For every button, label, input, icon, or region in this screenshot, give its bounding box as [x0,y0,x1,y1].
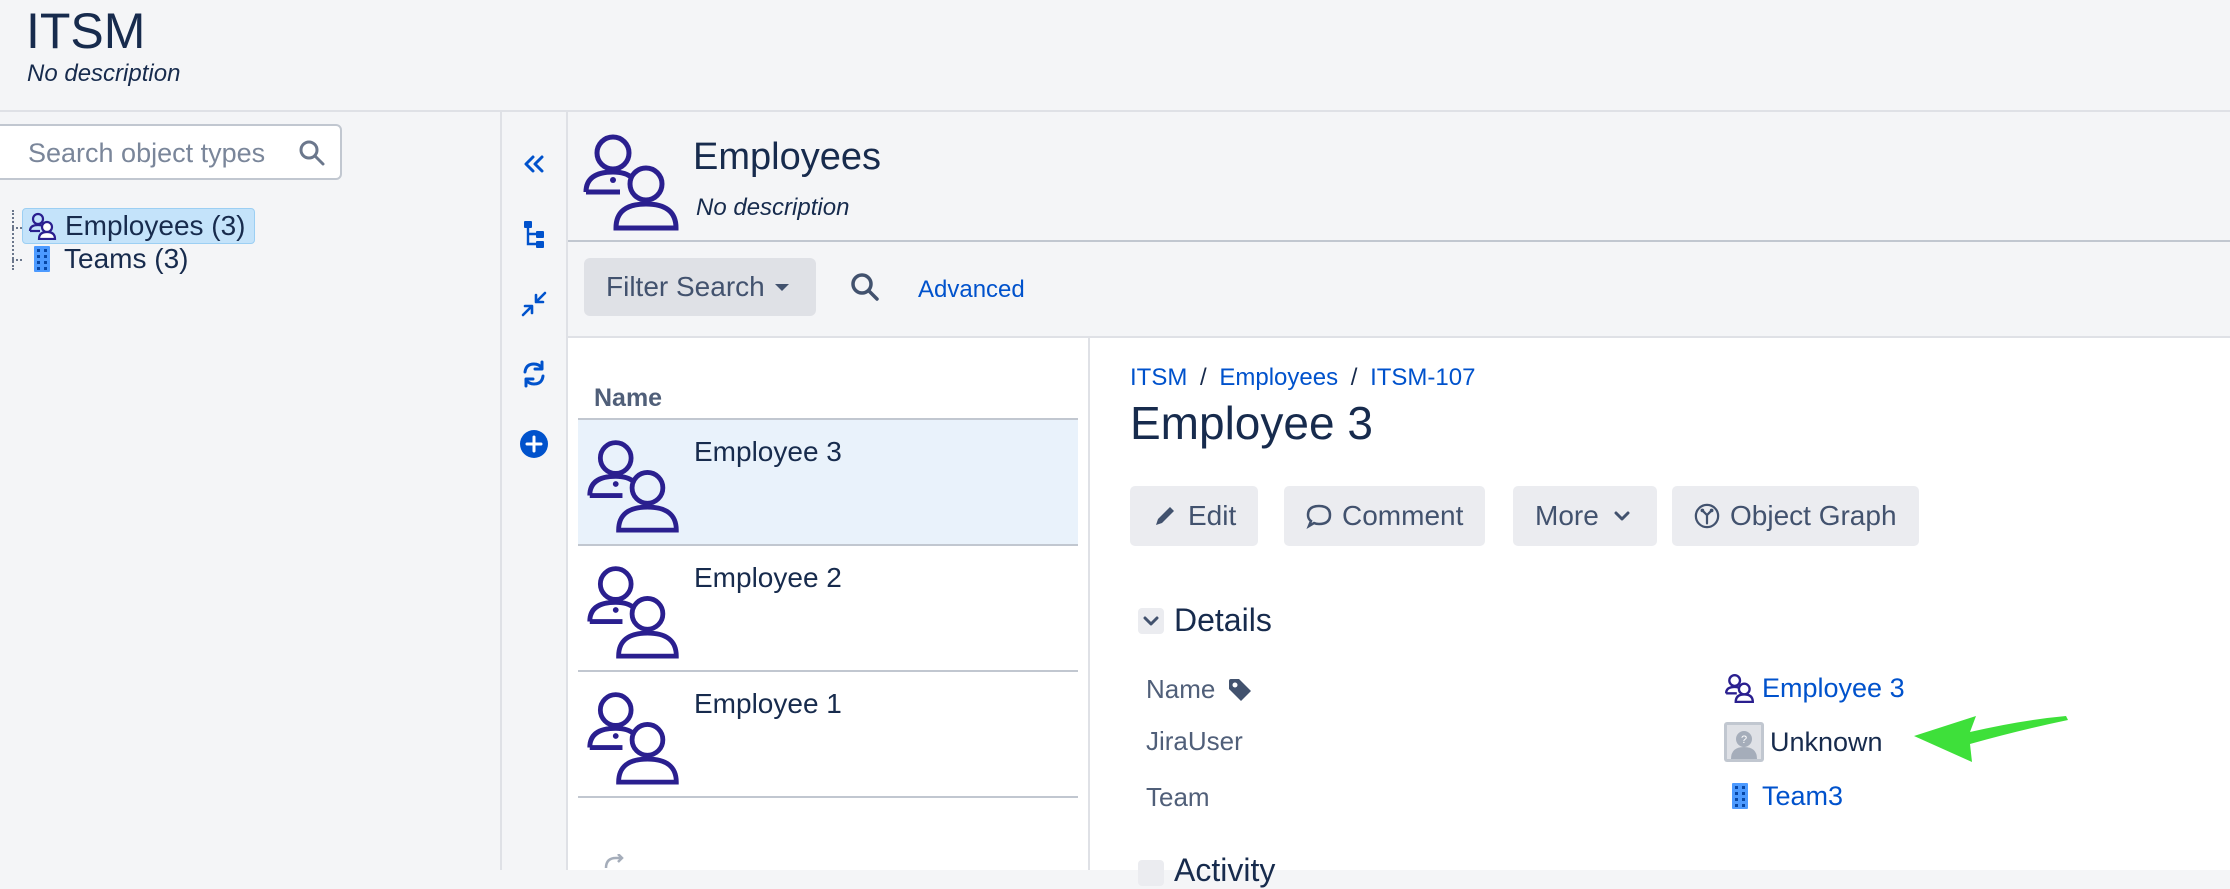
teams-icon [1724,780,1756,812]
list-item[interactable]: Employee 1 [578,672,1078,798]
filter-search-button[interactable]: Filter Search [584,258,816,316]
details-section-title: Details [1174,602,1272,638]
breadcrumb: ITSM / Employees / ITSM-107 [1130,364,1475,392]
object-type-panel: Employees (3) Teams (3) [0,112,502,870]
chevron-down-icon [1143,616,1159,626]
breadcrumb-link-object-key[interactable]: ITSM-107 [1370,364,1475,391]
comment-label: Comment [1342,500,1464,531]
more-button[interactable]: More [1513,486,1657,546]
page-header: ITSM No description [0,0,2230,112]
search-icon[interactable] [298,139,326,167]
page-title: ITSM [26,3,146,59]
employee-icon [1724,672,1756,704]
svg-text:?: ? [1741,734,1747,746]
object-detail: ITSM / Employees / ITSM-107 Employee 3 E… [1090,338,2230,888]
tree-item-employees[interactable]: Employees (3) [22,208,255,244]
employee-icon [587,566,679,659]
attribute-label-team: Team [1146,782,1210,812]
search-icon[interactable] [850,272,880,302]
attribute-value-link[interactable]: Employee 3 [1762,673,1905,704]
activity-label: Activity [1174,852,1276,888]
employees-icon [583,134,679,231]
breadcrumb-link-schema[interactable]: ITSM [1130,364,1187,391]
object-graph-button[interactable]: Object Graph [1672,486,1919,546]
attribute-value-link[interactable]: Team3 [1762,781,1843,812]
list-item-name: Employee 1 [694,688,842,719]
employee-icon [587,440,679,533]
tree-connector [12,227,22,229]
page-description: No description [27,60,181,87]
details-toggle[interactable] [1138,608,1164,634]
employee-icon [587,692,679,785]
object-type-title: Employees [693,136,881,178]
chevron-down-icon [1609,503,1635,529]
hierarchy-icon[interactable] [518,218,550,250]
attribute-label-name: Name [1146,674,1253,705]
object-type-header: Employees No description [568,112,2230,242]
avatar: ? [1724,722,1764,762]
attribute-value-team[interactable]: Team3 [1724,780,1843,812]
attribute-value-name[interactable]: Employee 3 [1724,672,1905,704]
list-item-name: Employee 3 [694,436,842,467]
graph-icon [1694,503,1720,529]
list-item[interactable]: Employee 3 [578,420,1078,546]
tree-connector [12,259,22,261]
attribute-value-jirauser: ? Unknown [1724,722,1883,762]
tag-icon [1229,678,1252,701]
teams-icon [26,244,58,274]
breadcrumb-separator: / [1200,364,1207,391]
object-type-search[interactable] [0,124,342,180]
activity-toggle[interactable] [1138,859,1164,886]
pencil-icon [1152,503,1178,529]
undo-icon[interactable] [602,854,626,872]
edit-button[interactable]: Edit [1130,486,1259,546]
tree-item-label: Employees (3) [65,210,246,241]
annotation-arrow-icon [1914,716,2068,762]
list-item[interactable]: Employee 2 [578,546,1078,672]
comment-button[interactable]: Comment [1284,486,1486,546]
breadcrumb-separator: / [1350,364,1358,391]
tree-connector [12,210,14,270]
tree-item-label: Teams (3) [64,243,189,274]
list-item-name: Employee 2 [694,562,842,593]
tree-item-teams[interactable]: Teams (3) [22,242,196,276]
employees-icon [27,211,59,241]
attribute-value-text: Unknown [1770,726,1883,757]
attribute-label-text: Name [1146,674,1216,704]
chevron-down-icon [774,283,789,291]
object-type-description: No description [696,194,850,221]
shrink-icon[interactable] [518,288,550,320]
list-column-header[interactable]: Name [594,384,662,413]
collapse-panel-icon[interactable] [518,148,550,180]
object-list: Name Employee 3 Employee 2 Employee 1 [568,338,1090,870]
edit-label: Edit [1188,500,1237,531]
search-input[interactable] [26,136,290,170]
object-title: Employee 3 [1130,397,1373,449]
advanced-search-link[interactable]: Advanced [918,276,1025,304]
comment-icon [1306,503,1332,529]
filter-search-label: Filter Search [606,271,765,302]
attribute-label-jirauser: JiraUser [1146,726,1243,756]
breadcrumb-link-object-type[interactable]: Employees [1219,364,1338,391]
more-label: More [1535,500,1599,531]
vertical-toolbar [502,112,568,870]
refresh-icon[interactable] [518,358,550,390]
activity-section-title[interactable]: Activity [1138,852,1275,889]
add-icon[interactable] [518,428,550,460]
filter-bar: Filter Search Advanced [568,242,2230,338]
object-graph-label: Object Graph [1730,500,1897,531]
